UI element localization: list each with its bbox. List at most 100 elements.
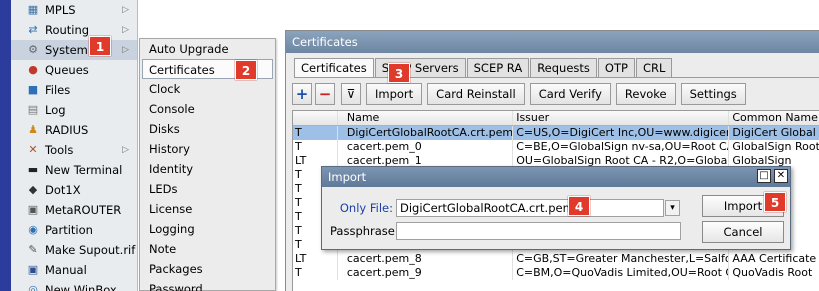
table-cell-cn: AAA Certificate S [732,252,819,265]
submenu-arrow-icon: ▷ [122,5,129,15]
submenu-item-disks[interactable]: Disks [140,119,275,139]
table-cell-flag: T [293,126,338,140]
mpls-icon: ▦ [27,3,39,16]
sidebar-item-metarouter[interactable]: ▣ MetaROUTER [11,200,137,220]
import-button[interactable]: Import [366,83,423,105]
terminal-icon: ▬ [27,163,39,176]
table-cell-issuer: C=BM,O=QuoVadis Limited,OU=Root Certif..… [513,266,730,280]
minus-icon: − [318,85,332,103]
sidebar-item-new-winbox[interactable]: ◎ New WinBox [11,280,137,291]
column-header[interactable]: Issuer [513,111,730,125]
add-button[interactable]: + [292,83,312,105]
queues-icon: ● [28,63,38,76]
manual-icon: ▣ [27,263,39,276]
step-badge-3: 3 [388,63,410,83]
table-cell-issuer: C=US,O=DigiCert Inc,OU=www.digicert.co..… [513,126,730,140]
submenu-item-note[interactable]: Note [140,239,275,259]
sidebar-item-dot1x[interactable]: ◆ Dot1X [11,180,137,200]
dot1x-icon: ◆ [28,183,38,196]
table-cell-flag: LT [293,252,338,266]
dialog-cancel-button[interactable]: Cancel [702,221,784,243]
sidebar-item-partition[interactable]: ◉ Partition [11,220,137,240]
step-badge-5: 5 [764,192,786,212]
table-cell-flag: T [293,266,338,280]
passphrase-field[interactable] [396,222,681,240]
gear-icon: ⚙ [28,43,38,56]
tab-requests[interactable]: Requests [530,58,597,78]
card-verify-button[interactable]: Card Verify [529,83,611,105]
tab-crl[interactable]: CRL [635,58,673,78]
table-cell-cn: DigiCert Global R [732,126,819,139]
submenu-item-auto-upgrade[interactable]: Auto Upgrade [140,39,275,59]
submenu-item-clock[interactable]: Clock [140,79,275,99]
step-badge-1: 1 [89,36,111,56]
submenu-item-password[interactable]: Password [140,279,275,291]
table-cell-name: cacert.pem_9 [338,266,514,280]
submenu-item-console[interactable]: Console [140,99,275,119]
dropdown-icon[interactable]: ▾ [665,200,680,216]
winbox-side-strip [0,0,11,291]
sidebar-item-new-terminal[interactable]: ▬ New Terminal [11,160,137,180]
table-row[interactable]: Tcacert.pem_0 C=BE,O=GlobalSign nv-sa,OU=… [293,140,819,154]
winbox-app: ▦ MPLS ▷ ⇄ Routing ▷ ⚙ System ▷ ● Queues ■ Files ▤ Log… [0,0,819,291]
sidebar-item-mpls[interactable]: ▦ MPLS ▷ [11,0,137,20]
tab-certificates[interactable]: Certificates [294,58,374,78]
table-cell-flag: T [293,140,338,154]
card-reinstall-button[interactable]: Card Reinstall [427,83,525,105]
window-title: Certificates [286,31,819,53]
submenu-item-license[interactable]: License [140,199,275,219]
sidebar-item-log[interactable]: ▤ Log [11,100,137,120]
sidebar-item-make-supout-rif[interactable]: ✎ Make Supout.rif [11,240,137,260]
dialog-title: Import [322,167,790,187]
table-row[interactable]: T DigiCertGlobalRootCA.crt.pem_0 C=US,O=Di… [293,126,819,140]
only-file-field[interactable]: DigiCertGlobalRootCA.crt.pem [396,199,664,217]
sidebar-item-label: New Terminal [45,163,123,177]
table-row[interactable]: LT cacert.pem_8 C=GB,ST=Greater Manchester… [293,252,819,266]
tools-icon: ✕ [28,143,38,156]
sidebar-menu: ▦ MPLS ▷ ⇄ Routing ▷ ⚙ System ▷ ● Queues ■ Files ▤ Log… [11,0,138,291]
sidebar-item-label: Partition [45,223,93,237]
sidebar-item-label: Files [45,83,71,97]
remove-button[interactable]: − [315,83,335,105]
revoke-button[interactable]: Revoke [615,83,676,105]
sidebar-item-queues[interactable]: ● Queues [11,60,137,80]
sidebar-item-label: Log [45,103,66,117]
sidebar-item-manual[interactable]: ▣ Manual [11,260,137,280]
radius-icon: ♟ [28,123,38,136]
sidebar-item-routing[interactable]: ⇄ Routing ▷ [11,20,137,40]
certificates-window: Certificates Certificates SCEP Servers SCE… [285,30,819,291]
table-cell-cn: GlobalSign Root [732,140,819,153]
import-dialog: Import □ ✕ Only File: DigiCertGlobalRoot… [321,166,791,250]
submenu-item-identity[interactable]: Identity [140,159,275,179]
submenu-item-logging[interactable]: Logging [140,219,275,239]
filter-button[interactable]: ⊽ [341,83,361,105]
sidebar-item-files[interactable]: ■ Files [11,80,137,100]
submenu-arrow-icon: ▷ [122,45,129,55]
close-icon[interactable]: ✕ [774,169,788,183]
toolbar: + − ⊽ Import Card Reinstall Card Verify … [292,83,751,105]
submenu-item-packages[interactable]: Packages [140,259,275,279]
sidebar-item-system[interactable]: ⚙ System ▷ [11,40,137,60]
maximize-icon[interactable]: □ [757,169,771,183]
settings-button[interactable]: Settings [680,83,746,105]
step-badge-2: 2 [235,60,257,80]
partition-icon: ◉ [28,223,38,236]
column-header[interactable]: Name [338,111,514,125]
files-icon: ■ [27,83,39,96]
submenu-arrow-icon: ▷ [122,145,129,155]
table-cell-name: cacert.pem_0 [338,140,514,154]
table-cell-cn: QuoVadis Root [732,266,813,279]
sidebar-item-radius[interactable]: ♟ RADIUS [11,120,137,140]
window-tabs: Certificates SCEP Servers SCEP RA Requests O… [294,58,673,78]
filter-icon: ⊽ [346,87,356,101]
tab-otp[interactable]: OTP [597,58,635,78]
submenu-item-leds[interactable]: LEDs [140,179,275,199]
column-header[interactable]: Common Name [729,111,819,125]
sidebar-item-label: MPLS [45,3,76,17]
sidebar-item-label: Dot1X [45,183,81,197]
column-header[interactable] [293,111,338,125]
sidebar-item-tools[interactable]: ✕ Tools ▷ [11,140,137,160]
tab-scep-ra[interactable]: SCEP RA [466,58,530,78]
submenu-item-history[interactable]: History [140,139,275,159]
table-row[interactable]: Tcacert.pem_9 C=BM,O=QuoVadis Limited,OU=… [293,266,819,280]
